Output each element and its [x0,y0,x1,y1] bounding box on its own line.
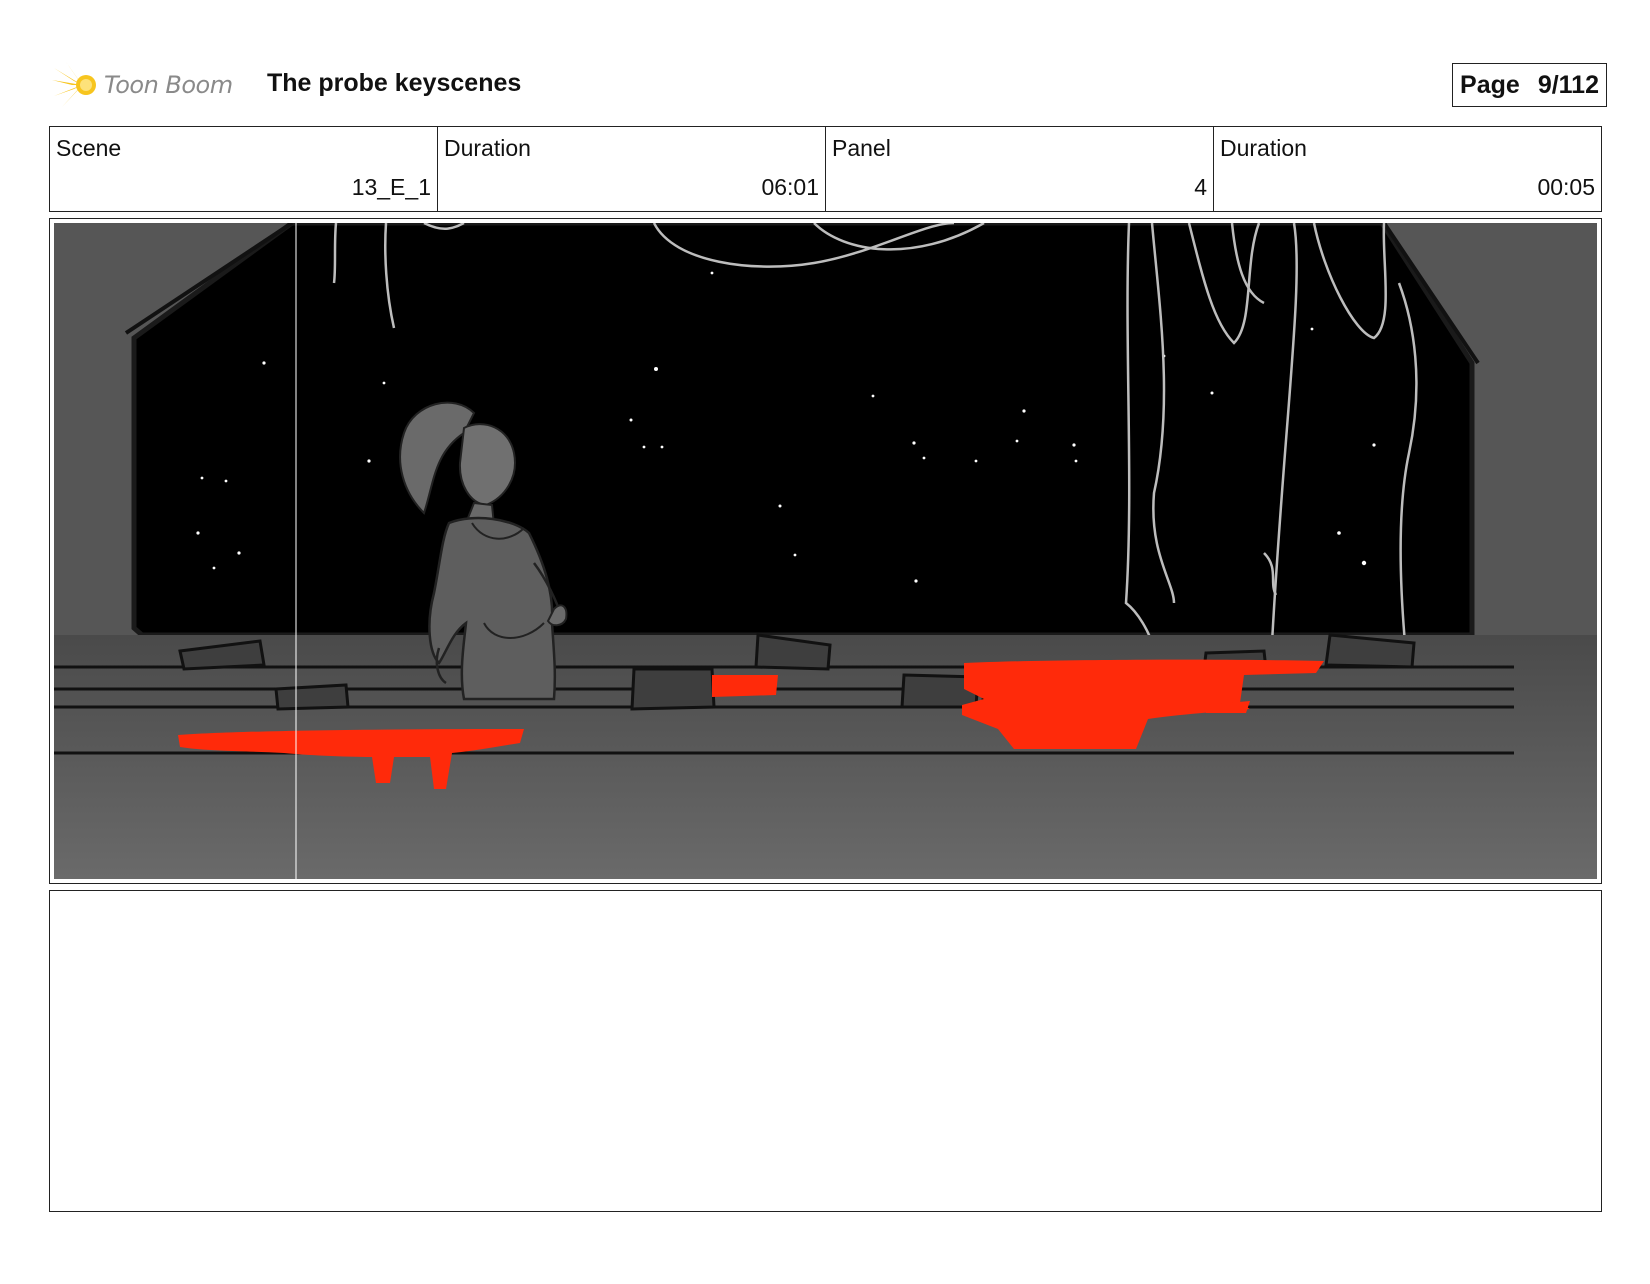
toon-boom-logo: Toon Boom [52,60,233,110]
storyboard-panel-frame [49,218,1602,884]
scene-duration-value: 06:01 [761,174,819,200]
scene-duration-cell: Duration 06:01 [438,127,826,211]
panel-label: Panel [832,135,891,161]
project-title: The probe keyscenes [267,69,522,97]
ledge-floor [54,635,1597,879]
page-number: 9/112 [1537,70,1599,99]
scene-cell: Scene 13_E_1 [50,127,438,211]
panel-duration-value: 00:05 [1537,174,1595,200]
panel-notes-box [49,890,1602,1212]
panel-value: 4 [1194,174,1207,200]
scene-label: Scene [56,135,122,161]
scene-value: 13_E_1 [351,174,431,200]
storyboard-drawing [54,223,1597,879]
sunburst-icon [52,62,96,107]
page-label: Page [1460,70,1520,99]
page-indicator: Page 9/112 [1452,63,1607,107]
panel-cell: Panel 4 [826,127,1214,211]
scene-info-table: Scene 13_E_1 Duration 06:01 Panel 4 Dura… [49,126,1602,212]
panel-duration-label: Duration [1220,135,1307,161]
scene-duration-label: Duration [444,135,531,161]
logo-text: Toon Boom [104,71,233,99]
panel-duration-cell: Duration 00:05 [1214,127,1601,211]
page-header: Toon Boom The probe keyscenes Page 9/112 [52,55,1607,115]
space-window [131,223,1475,638]
